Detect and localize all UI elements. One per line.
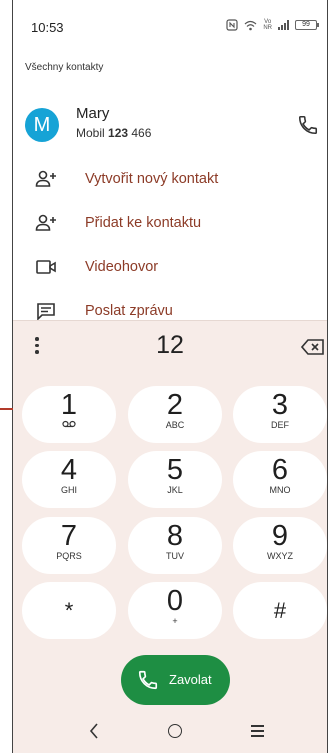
system-nav-bar xyxy=(13,712,327,752)
status-icons: Vo NR 99 xyxy=(226,19,319,31)
contact-number: Mobil 123 466 xyxy=(76,126,152,140)
dial-key-4[interactable]: 4 GHI xyxy=(22,451,116,508)
signal-icon xyxy=(278,20,289,30)
dial-key-5[interactable]: 5 JKL xyxy=(128,451,222,508)
home-icon[interactable] xyxy=(168,724,182,738)
battery-level: 99 xyxy=(302,21,310,28)
phone-icon xyxy=(138,670,158,690)
message-icon xyxy=(37,303,55,321)
contact-name: Mary xyxy=(76,105,110,122)
dial-key-6[interactable]: 6 MNO xyxy=(233,451,327,508)
dial-key-2[interactable]: 2 ABC xyxy=(128,386,222,443)
dial-key-0[interactable]: 0 + xyxy=(128,582,222,639)
video-icon xyxy=(36,260,56,274)
action-video-call[interactable]: Videohovor xyxy=(13,247,327,287)
action-label: Videohovor xyxy=(85,259,159,275)
side-marker xyxy=(0,408,13,410)
avatar: M xyxy=(25,108,59,142)
voicemail-icon xyxy=(62,420,76,428)
add-person-icon xyxy=(35,170,56,187)
wifi-icon xyxy=(244,20,257,30)
back-icon[interactable] xyxy=(87,721,101,741)
action-create-contact[interactable]: Vytvořit nový kontakt xyxy=(13,159,327,199)
dialpad-panel: 12 1 2 ABC 3 DEF 4 GHI 5 JKL 6 MNO 7 PQR… xyxy=(13,320,327,753)
dial-key-8[interactable]: 8 TUV xyxy=(128,517,222,574)
recents-icon[interactable] xyxy=(251,725,264,737)
status-bar: 10:53 Vo NR 99 xyxy=(13,0,327,44)
vonr-icon: Vo NR xyxy=(263,19,272,31)
dial-key-3[interactable]: 3 DEF xyxy=(233,386,327,443)
backspace-icon[interactable] xyxy=(301,339,325,355)
action-label: Vytvořit nový kontakt xyxy=(85,171,219,187)
battery-icon: 99 xyxy=(295,20,319,30)
status-time: 10:53 xyxy=(31,20,64,35)
action-label: Poslat zprávu xyxy=(85,303,173,319)
contact-row-mary[interactable]: M Mary Mobil 123 466 xyxy=(13,96,327,152)
action-label: Přidat ke kontaktu xyxy=(85,215,202,231)
call-button[interactable]: Zavolat xyxy=(121,655,230,705)
dialed-number[interactable]: 12 xyxy=(13,331,327,360)
dial-key-star[interactable]: * xyxy=(22,582,116,639)
call-button-label: Zavolat xyxy=(169,672,212,687)
dial-key-hash[interactable]: # xyxy=(233,582,327,639)
action-add-to-contact[interactable]: Přidat ke kontaktu xyxy=(13,203,327,243)
phone-call-icon[interactable] xyxy=(297,114,319,136)
section-label-all-contacts: Všechny kontakty xyxy=(25,62,104,73)
dial-key-7[interactable]: 7 PQRS xyxy=(22,517,116,574)
add-person-icon xyxy=(35,214,56,231)
nfc-icon xyxy=(226,19,238,31)
dial-key-9[interactable]: 9 WXYZ xyxy=(233,517,327,574)
phone-screen: 10:53 Vo NR 99 Všechny kontakty M Mary M… xyxy=(13,0,327,753)
dial-key-1[interactable]: 1 xyxy=(22,386,116,443)
